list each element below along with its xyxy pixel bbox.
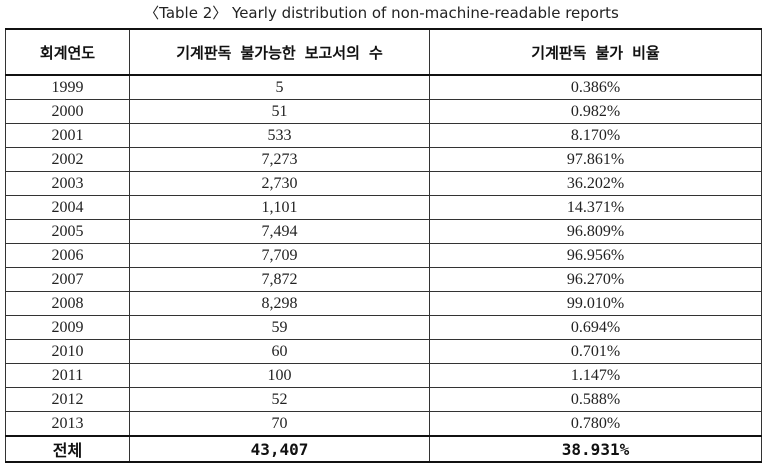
cell-ratio: 14.371% [429,195,762,220]
table-header-row: 회계연도 기계판독 불가능한 보고서의 수 기계판독 불가 비율 [5,28,762,76]
cell-year: 2012 [5,387,130,412]
cell-ratio: 0.386% [429,74,762,100]
table-row: 2009 59 0.694% [5,315,762,340]
total-label: 전체 [5,435,130,463]
table-row: 2010 60 0.701% [5,339,762,364]
cell-count: 70 [129,411,430,437]
total-ratio: 38.931% [429,435,762,463]
cell-count: 100 [129,363,430,388]
cell-year: 2007 [5,267,130,292]
table-row: 2007 7,872 96.270% [5,267,762,292]
cell-ratio: 96.809% [429,219,762,244]
cell-year: 2011 [5,363,130,388]
cell-year: 2006 [5,243,130,268]
cell-year: 2008 [5,291,130,316]
table-row: 2006 7,709 96.956% [5,243,762,268]
table-row: 2001 533 8.170% [5,123,762,148]
cell-count: 51 [129,99,430,124]
cell-year: 2005 [5,219,130,244]
cell-year: 2009 [5,315,130,340]
cell-count: 7,872 [129,267,430,292]
cell-year: 2003 [5,171,130,196]
cell-year: 2001 [5,123,130,148]
table-row: 1999 5 0.386% [5,74,762,100]
cell-year: 1999 [5,74,130,100]
cell-ratio: 96.956% [429,243,762,268]
cell-year: 2000 [5,99,130,124]
table-caption: 〈Table 2〉 Yearly distribution of non-mac… [144,4,619,22]
table-row: 2004 1,101 14.371% [5,195,762,220]
cell-ratio: 8.170% [429,123,762,148]
cell-ratio: 0.780% [429,411,762,437]
table-row: 2008 8,298 99.010% [5,291,762,316]
cell-count: 7,494 [129,219,430,244]
header-report-count: 기계판독 불가능한 보고서의 수 [129,28,430,76]
cell-count: 533 [129,123,430,148]
header-fiscal-year: 회계연도 [5,28,130,76]
table-row: 2000 51 0.982% [5,99,762,124]
cell-ratio: 0.982% [429,99,762,124]
table-row: 2005 7,494 96.809% [5,219,762,244]
cell-ratio: 1.147% [429,363,762,388]
cell-count: 7,273 [129,147,430,172]
cell-count: 7,709 [129,243,430,268]
cell-ratio: 96.270% [429,267,762,292]
cell-year: 2010 [5,339,130,364]
cell-ratio: 0.588% [429,387,762,412]
cell-count: 60 [129,339,430,364]
cell-count: 1,101 [129,195,430,220]
cell-count: 5 [129,74,430,100]
cell-count: 59 [129,315,430,340]
cell-ratio: 97.861% [429,147,762,172]
cell-count: 52 [129,387,430,412]
cell-count: 8,298 [129,291,430,316]
cell-ratio: 0.701% [429,339,762,364]
cell-ratio: 36.202% [429,171,762,196]
cell-count: 2,730 [129,171,430,196]
total-count: 43,407 [129,435,430,463]
cell-year: 2004 [5,195,130,220]
table-row: 2013 70 0.780% [5,411,762,437]
cell-ratio: 0.694% [429,315,762,340]
total-row: 전체 43,407 38.931% [5,435,762,463]
table-row: 2012 52 0.588% [5,387,762,412]
table-row: 2011 100 1.147% [5,363,762,388]
cell-ratio: 99.010% [429,291,762,316]
cell-year: 2013 [5,411,130,437]
table-row: 2002 7,273 97.861% [5,147,762,172]
cell-year: 2002 [5,147,130,172]
header-ratio: 기계판독 불가 비율 [429,28,762,76]
table-row: 2003 2,730 36.202% [5,171,762,196]
yearly-distribution-table: 회계연도 기계판독 불가능한 보고서의 수 기계판독 불가 비율 1999 5 … [5,28,762,463]
